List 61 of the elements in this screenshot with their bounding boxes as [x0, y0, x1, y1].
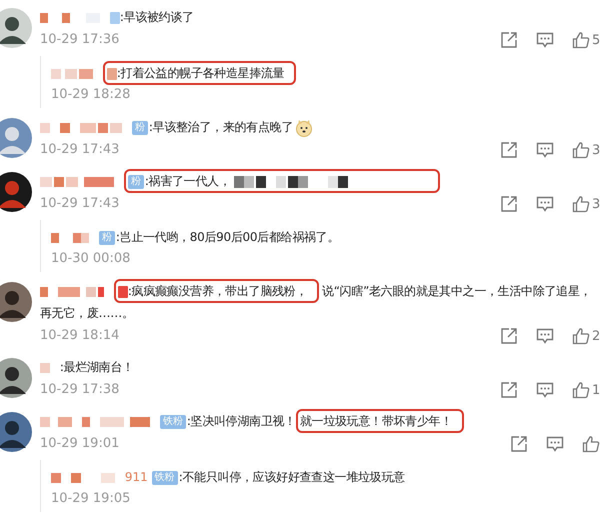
avatar[interactable] [0, 8, 32, 48]
comment-time: 10-29 19:01 [40, 435, 120, 453]
like-count: 5 [592, 32, 600, 48]
comment-icon[interactable] [536, 195, 554, 213]
avatar[interactable] [0, 412, 32, 452]
comment-text: :祸害了一代人， [144, 174, 230, 188]
avatar[interactable] [0, 282, 32, 322]
comment-text: 再无它，废……。 [40, 305, 135, 322]
reply-time: 10-29 19:05 [51, 490, 130, 508]
avatar[interactable] [0, 358, 32, 398]
comment-text: :最烂湖南台！ [60, 360, 134, 374]
avatar[interactable] [0, 172, 32, 212]
fan-badge: 粉 [132, 120, 148, 135]
share-icon[interactable] [500, 195, 518, 213]
like-count: 3 [592, 142, 600, 158]
comment-time: 10-29 17:36 [40, 31, 120, 49]
user-name[interactable]: 911 [124, 470, 148, 484]
like-count: 2 [592, 328, 600, 344]
comment-time: 10-29 18:14 [40, 327, 120, 345]
share-icon[interactable] [500, 381, 518, 399]
like-icon[interactable] [572, 381, 590, 399]
comment-text: :疯疯癫癫没营养，带出了脑残粉， [128, 284, 308, 298]
comment-text: :早该整治了，来的有点晚了 [148, 120, 293, 134]
comment-icon[interactable] [536, 381, 554, 399]
share-icon[interactable] [500, 31, 518, 49]
comment-time: 10-29 17:43 [40, 141, 120, 159]
reply-time: 10-30 00:08 [51, 250, 130, 268]
share-icon[interactable] [500, 141, 518, 159]
redacted-name-drawing [51, 472, 115, 483]
comment-text: :不能只叫停，应该好好查查这一堆垃圾玩意 [178, 470, 405, 484]
reply-time: 10-29 18:28 [51, 86, 130, 104]
redacted-name-drawing [40, 286, 104, 297]
fan-badge: 铁粉 [152, 470, 178, 485]
like-icon[interactable] [582, 435, 600, 453]
fan-badge: 铁粉 [160, 414, 186, 429]
like-icon[interactable] [572, 31, 590, 49]
comment-icon[interactable] [536, 327, 554, 345]
fan-badge: 粉 [98, 230, 115, 245]
comment-text: :打着公益的幌子各种造星捧流量 [116, 66, 284, 80]
comment-time: 10-29 17:43 [40, 195, 120, 213]
like-icon[interactable] [572, 195, 590, 213]
share-icon[interactable] [510, 435, 528, 453]
fan-badge: 粉 [128, 174, 144, 189]
comment-text: :坚决叫停湖南卫视！ [186, 414, 296, 428]
like-icon[interactable] [572, 327, 590, 345]
comment-text: 就一垃圾玩意！带坏青少年！ [300, 414, 452, 428]
comment-icon[interactable] [536, 31, 554, 49]
comment-text: :岂止一代哟，80后90后00后都给祸祸了。 [116, 230, 340, 244]
comment-icon[interactable] [536, 141, 554, 159]
like-count: 1 [592, 382, 600, 398]
like-count: 3 [592, 196, 600, 212]
redacted-name-drawing [40, 362, 50, 373]
redacted-name-drawing [40, 12, 100, 23]
comment-text: 说“闪瞎”老六眼的就是其中之一，生活中除了追星， [322, 284, 592, 298]
share-icon[interactable] [500, 327, 518, 345]
like-icon[interactable] [572, 141, 590, 159]
comment-icon[interactable] [546, 435, 564, 453]
redacted-name-drawing [51, 232, 89, 243]
comment-time: 10-29 17:38 [40, 381, 120, 399]
comment-text: :早该被约谈了 [120, 10, 194, 24]
redacted-name-drawing [51, 68, 93, 79]
